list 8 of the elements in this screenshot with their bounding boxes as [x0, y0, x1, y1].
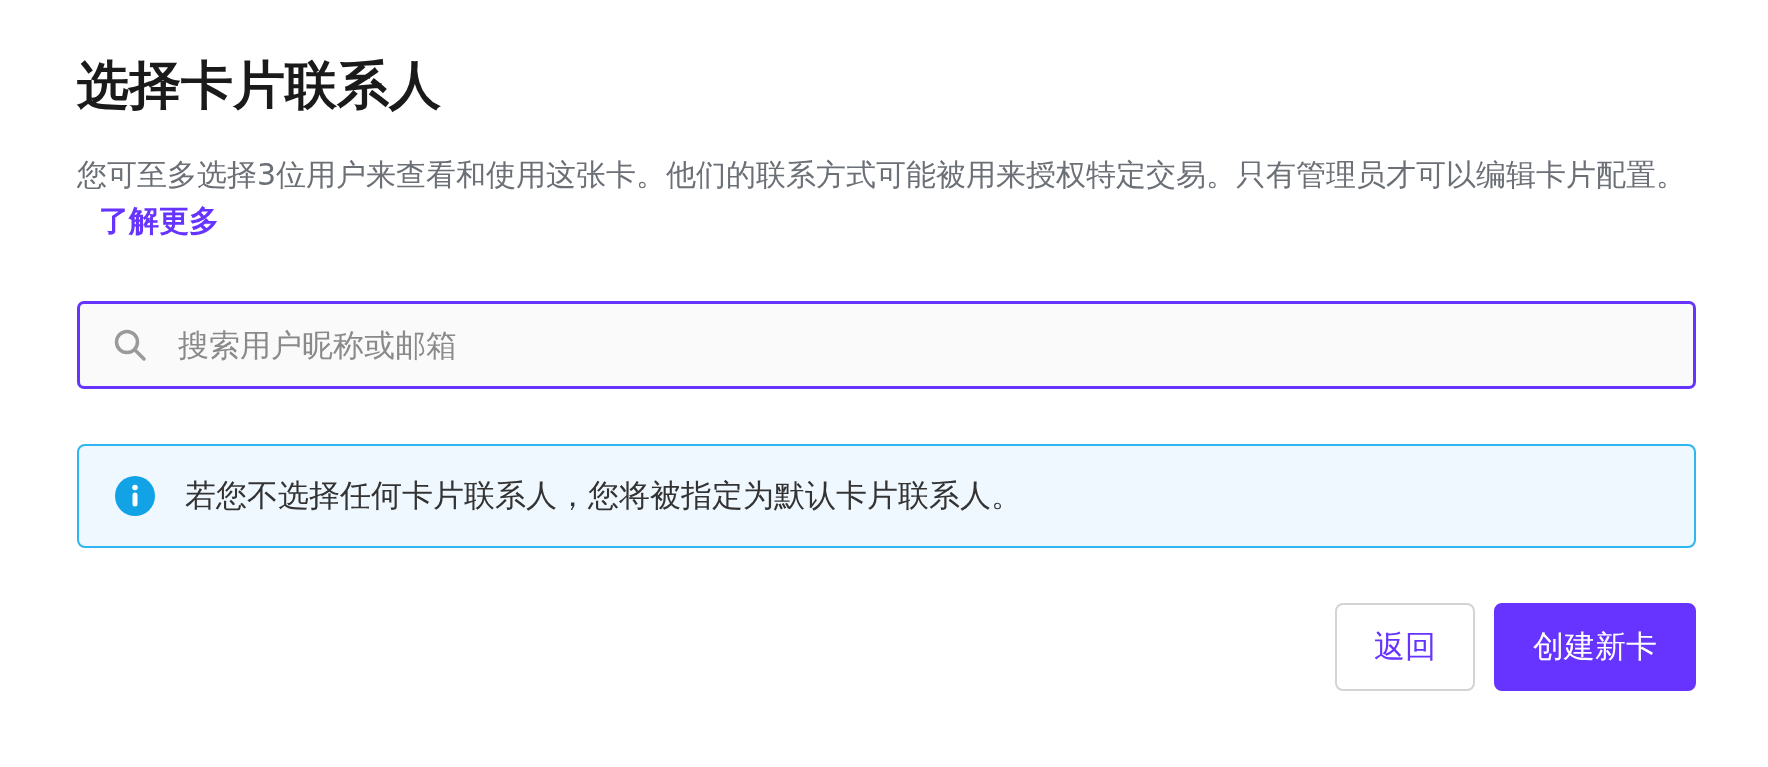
search-field[interactable]: 搜索用户昵称或邮箱 — [77, 301, 1696, 389]
create-card-button[interactable]: 创建新卡 — [1494, 603, 1696, 691]
info-icon — [115, 476, 155, 516]
back-button[interactable]: 返回 — [1335, 603, 1475, 691]
notice-text: 若您不选择任何卡片联系人，您将被指定为默认卡片联系人。 — [185, 476, 1022, 515]
dialog-title: 选择卡片联系人 — [77, 54, 442, 117]
learn-more-link[interactable]: 了解更多 — [99, 203, 219, 238]
description-text: 您可至多选择3位用户来查看和使用这张卡。他们的联系方式可能被用来授权特定交易。只有管理员才可以编辑卡片配置。 了解更多 — [77, 156, 1688, 240]
